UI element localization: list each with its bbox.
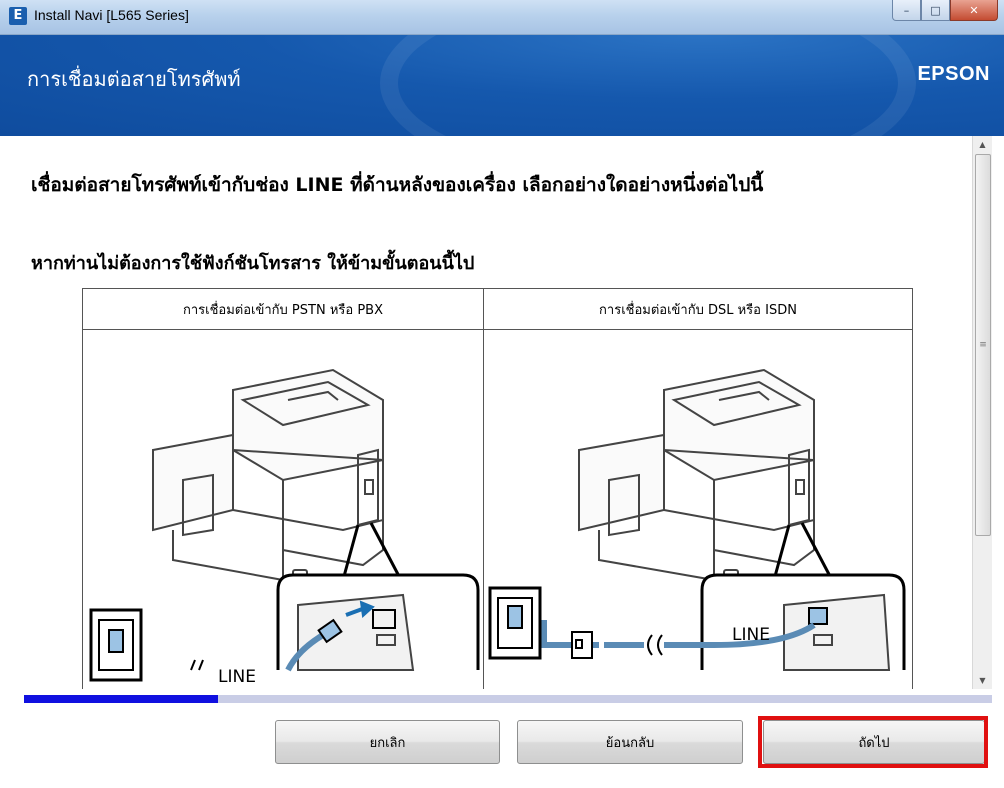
dsl-column-header: การเชื่อมต่อเข้ากับ DSL หรือ ISDN <box>484 289 912 330</box>
app-icon: E <box>9 7 27 25</box>
brand-logo: EPSON <box>917 63 990 85</box>
scroll-thumb[interactable]: ≡ <box>975 154 991 536</box>
progress-fill <box>24 695 218 703</box>
minimize-button[interactable]: – <box>892 0 921 21</box>
maximize-button[interactable]: □ <box>921 0 950 21</box>
connection-diagram: การเชื่อมต่อเข้ากับ PSTN หรือ PBX การเชื… <box>82 288 913 689</box>
content-area: เชื่อมต่อสายโทรศัพท์เข้ากับช่อง LINE ที่… <box>8 136 972 689</box>
window-controls: – □ ✕ <box>892 0 998 22</box>
cancel-button[interactable]: ยกเลิก <box>275 720 500 764</box>
install-progress-bar <box>24 695 992 703</box>
wizard-header: การเชื่อมต่อสายโทรศัพท์ EPSON <box>0 35 1004 136</box>
dsl-line-label: LINE <box>732 625 770 645</box>
skip-note: หากท่านไม่ต้องการใช้ฟังก์ชันโทรสาร ให้ข้… <box>31 253 475 274</box>
window-title: Install Navi [L565 Series] <box>34 7 189 23</box>
pstn-connection-illustration: LINE <box>89 368 480 687</box>
back-button[interactable]: ย้อนกลับ <box>517 720 743 764</box>
vertical-scrollbar[interactable]: ▲ ≡ ▼ <box>972 136 992 689</box>
header-decoration <box>380 35 916 136</box>
dsl-connection-illustration: LINE <box>488 368 906 671</box>
scroll-down-icon[interactable]: ▼ <box>973 672 992 689</box>
close-button[interactable]: ✕ <box>950 0 998 21</box>
instruction-text: เชื่อมต่อสายโทรศัพท์เข้ากับช่อง LINE ที่… <box>31 174 764 196</box>
grip-icon: ≡ <box>979 340 987 350</box>
pstn-column-header: การเชื่อมต่อเข้ากับ PSTN หรือ PBX <box>83 289 483 330</box>
window-title-bar[interactable]: E Install Navi [L565 Series] – □ ✕ <box>0 0 1004 35</box>
scroll-up-icon[interactable]: ▲ <box>973 136 992 153</box>
pstn-line-label: LINE <box>218 667 256 687</box>
page-title: การเชื่อมต่อสายโทรศัพท์ <box>27 67 241 91</box>
next-button-highlight <box>758 716 988 768</box>
